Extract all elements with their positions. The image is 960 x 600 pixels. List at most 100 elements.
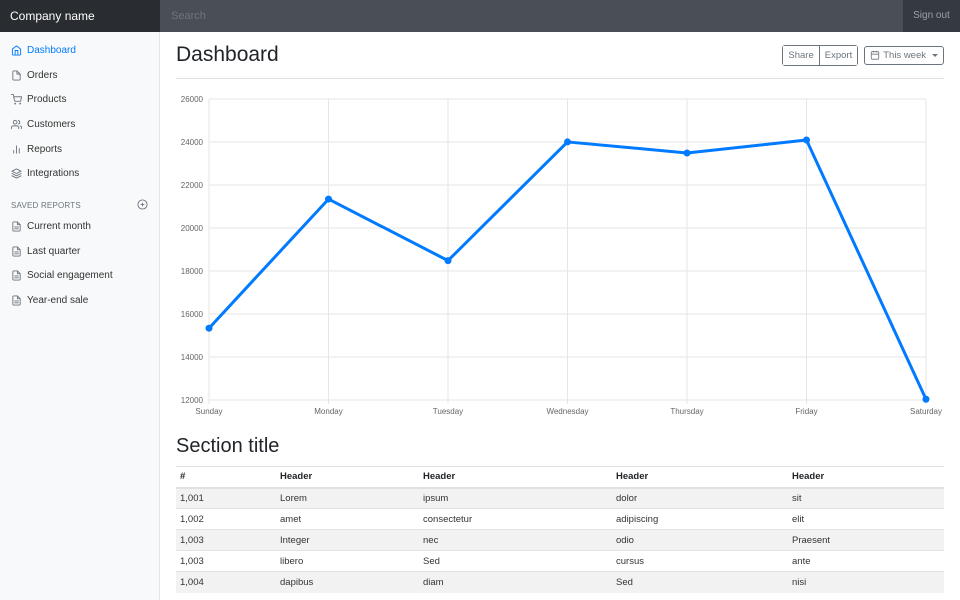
table-cell: ipsum <box>419 487 612 509</box>
y-tick-label: 18000 <box>181 267 204 276</box>
table-cell: odio <box>612 529 788 551</box>
table-row: 1,003 libero Sed cursus ante <box>176 550 944 572</box>
saved-reports-label: SAVED REPORTS <box>11 200 81 210</box>
export-button[interactable]: Export <box>818 45 858 65</box>
data-point <box>325 195 332 203</box>
table-cell: Lorem <box>276 487 419 509</box>
table-cell: 1,003 <box>176 550 276 572</box>
x-tick-label: Sunday <box>195 407 222 416</box>
x-tick-label: Saturday <box>910 407 942 416</box>
sidebar-item-customers[interactable]: Customers <box>0 112 159 137</box>
y-tick-label: 14000 <box>181 353 204 362</box>
sidebar-item-year-end-sale[interactable]: Year-end sale <box>0 288 159 313</box>
table-cell: Integer <box>276 529 419 551</box>
caret-down-icon <box>932 53 938 57</box>
period-dropdown[interactable]: This week <box>864 45 944 65</box>
x-tick-label: Tuesday <box>433 407 463 416</box>
table-cell: Sed <box>612 571 788 593</box>
table-cell: nec <box>419 529 612 551</box>
period-label: This week <box>883 49 926 61</box>
y-tick-label: 20000 <box>181 224 204 233</box>
table-cell: adipiscing <box>612 508 788 530</box>
home-icon <box>11 45 22 56</box>
data-point <box>205 324 213 332</box>
column-header: Header <box>276 466 419 489</box>
table-cell: dolor <box>612 487 788 509</box>
x-tick-label: Friday <box>795 407 817 416</box>
table-cell: 1,004 <box>176 571 276 593</box>
sidebar-item-label: Reports <box>27 143 63 155</box>
table-cell: nisi <box>788 571 944 593</box>
sidebar-item-label: Social engagement <box>27 270 113 282</box>
top-navbar: Company name Sign out <box>0 0 960 32</box>
y-tick-label: 16000 <box>181 310 204 319</box>
table-row: 1,003 Integer nec odio Praesent <box>176 529 944 551</box>
sidebar-item-current-month[interactable]: Current month <box>0 214 159 239</box>
sidebar-item-integrations[interactable]: Integrations <box>0 161 159 186</box>
data-point <box>564 138 571 146</box>
section-title: Section title <box>176 435 280 457</box>
sidebar-item-label: Year-end sale <box>27 295 89 307</box>
table-cell: 1,001 <box>176 487 276 509</box>
file-icon <box>11 69 22 81</box>
file-text-icon <box>11 221 22 232</box>
bar-chart-icon <box>11 144 22 155</box>
file-text-icon <box>11 295 22 306</box>
table-cell: amet <box>276 508 419 530</box>
table-cell: cursus <box>612 550 788 572</box>
table-cell: diam <box>419 571 612 593</box>
sidebar-item-label: Current month <box>27 220 91 232</box>
sidebar: Dashboard Orders Products Customers Reports I… <box>0 32 160 600</box>
line-chart: 12000 14000 16000 18000 20000 22000 24000 26000… <box>181 95 942 416</box>
column-header: Header <box>788 466 944 489</box>
table-cell: dapibus <box>276 571 419 593</box>
add-report-icon[interactable] <box>137 199 148 212</box>
share-export-group: Share Export <box>782 44 859 66</box>
table-row: 1,004 dapibus diam Sed nisi <box>176 571 944 593</box>
sidebar-item-orders[interactable]: Orders <box>0 63 159 88</box>
share-button[interactable]: Share <box>783 45 819 65</box>
column-header: Header <box>419 466 612 489</box>
data-table: # Header Header Header Header 1,001 Lorem ipsu… <box>176 466 944 593</box>
dashboard-header: Dashboard Share Export This week <box>176 32 944 79</box>
sidebar-item-label: Integrations <box>27 168 80 180</box>
table-cell: consectetur <box>419 508 612 530</box>
sidebar-item-social-engagement[interactable]: Social engagement <box>0 264 159 289</box>
saved-reports-heading: SAVED REPORTS <box>0 196 159 214</box>
sidebar-item-reports[interactable]: Reports <box>0 137 159 162</box>
main-content: Dashboard Share Export This week 12000 14… <box>176 32 944 593</box>
data-point <box>922 395 930 403</box>
data-point <box>683 149 691 157</box>
y-tick-label: 12000 <box>181 396 204 405</box>
layers-icon <box>11 168 22 179</box>
brand-logo[interactable]: Company name <box>0 0 160 32</box>
sidebar-item-dashboard[interactable]: Dashboard <box>0 38 159 63</box>
file-text-icon <box>11 270 22 281</box>
table-cell: sit <box>788 487 944 509</box>
shopping-cart-icon <box>11 94 22 105</box>
y-tick-label: 26000 <box>181 95 204 104</box>
x-tick-label: Thursday <box>670 407 703 416</box>
sidebar-item-products[interactable]: Products <box>0 87 159 112</box>
sign-out-link[interactable]: Sign out <box>903 0 960 32</box>
table-cell: 1,003 <box>176 529 276 551</box>
data-point <box>444 257 452 265</box>
sidebar-item-label: Products <box>27 94 67 106</box>
sidebar-item-label: Last quarter <box>27 245 81 257</box>
calendar-icon <box>871 50 880 60</box>
column-header: # <box>176 466 276 489</box>
table-row: 1,002 amet consectetur adipiscing elit <box>176 508 944 530</box>
sidebar-item-last-quarter[interactable]: Last quarter <box>0 239 159 264</box>
table-cell: libero <box>276 550 419 572</box>
sidebar-item-label: Customers <box>27 118 76 130</box>
x-tick-label: Monday <box>314 407 342 416</box>
table-cell: elit <box>788 508 944 530</box>
table-cell: ante <box>788 550 944 572</box>
users-icon <box>11 119 22 130</box>
data-point <box>803 136 810 144</box>
table-row: 1,001 Lorem ipsum dolor sit <box>176 487 944 509</box>
search-input[interactable] <box>160 0 903 32</box>
page-title: Dashboard <box>176 43 279 66</box>
sidebar-item-label: Orders <box>27 69 58 81</box>
table-cell: 1,002 <box>176 508 276 530</box>
